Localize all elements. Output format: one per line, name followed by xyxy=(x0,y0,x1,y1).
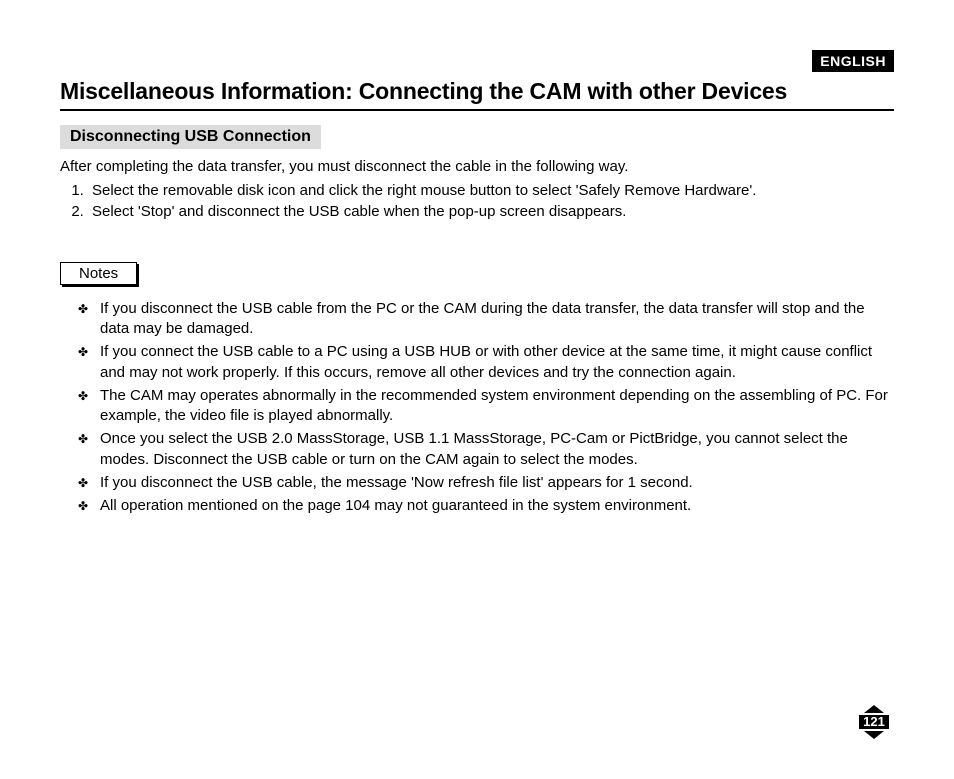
page-number: 121 xyxy=(859,715,889,729)
step-item: Select the removable disk icon and click… xyxy=(88,181,894,201)
intro-text: After completing the data transfer, you … xyxy=(60,157,894,177)
note-item: If you disconnect the USB cable from the… xyxy=(78,299,894,340)
note-item: All operation mentioned on the page 104 … xyxy=(78,496,894,516)
step-item: Select 'Stop' and disconnect the USB cab… xyxy=(88,202,894,222)
page-number-ornament: 121 xyxy=(854,705,894,739)
note-item: The CAM may operates abnormally in the r… xyxy=(78,386,894,427)
manual-page: ENGLISH Miscellaneous Information: Conne… xyxy=(0,0,954,779)
steps-list: Select the removable disk icon and click… xyxy=(60,181,894,222)
notes-heading-wrap: Notes xyxy=(60,262,894,285)
triangle-down-icon xyxy=(864,731,884,739)
notes-heading: Notes xyxy=(60,262,137,285)
notes-list: If you disconnect the USB cable from the… xyxy=(60,299,894,517)
section-heading: Disconnecting USB Connection xyxy=(60,125,321,149)
note-item: Once you select the USB 2.0 MassStorage,… xyxy=(78,429,894,470)
note-item: If you connect the USB cable to a PC usi… xyxy=(78,342,894,383)
note-item: If you disconnect the USB cable, the mes… xyxy=(78,473,894,493)
page-title: Miscellaneous Information: Connecting th… xyxy=(60,78,894,111)
triangle-up-icon xyxy=(864,705,884,713)
language-badge: ENGLISH xyxy=(812,50,894,72)
